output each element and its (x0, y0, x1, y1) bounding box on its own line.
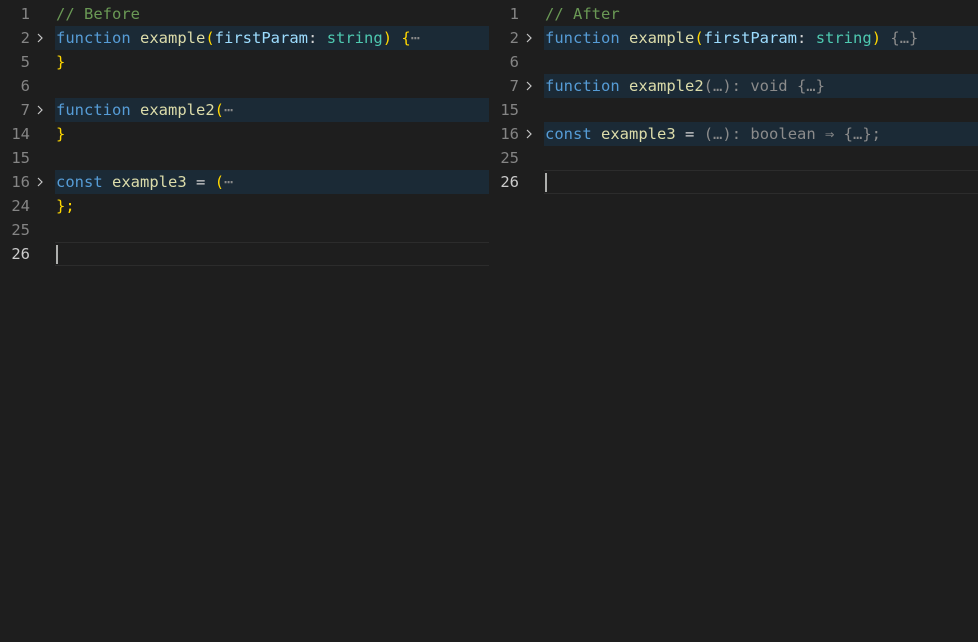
keyword-token: function (56, 29, 131, 47)
code-line-folded[interactable]: 16 const example3 = (⋯ (0, 170, 489, 194)
bracket-token: ( (214, 101, 224, 119)
folded-ellipsis[interactable]: ⋯ (224, 101, 233, 119)
code-line[interactable]: 6 (0, 74, 489, 98)
line-number: 16 (11, 173, 30, 191)
bracket-token: ) (382, 29, 393, 47)
code-line-folded[interactable]: 7 function example2(…): void {…} (489, 74, 978, 98)
line-number: 15 (500, 101, 519, 119)
bracket-token: ( (205, 29, 215, 47)
fold-chevron-right-icon[interactable] (519, 33, 544, 43)
line-number: 6 (20, 77, 30, 95)
folded-signature-placeholder[interactable]: (…): boolean ⇒ {…}; (704, 125, 881, 143)
text-cursor (545, 173, 547, 192)
code-line[interactable]: 6 (489, 50, 978, 74)
folded-ellipsis[interactable]: ⋯ (411, 29, 420, 47)
line-number: 5 (20, 53, 30, 71)
code-editor[interactable]: 1 // After 2 function example(firstParam… (489, 0, 978, 194)
line-number: 24 (11, 197, 30, 215)
comment-token: // Before (56, 5, 140, 23)
line-number: 7 (20, 101, 30, 119)
keyword-token: function (545, 29, 620, 47)
code-line[interactable]: 25 (0, 218, 489, 242)
folded-ellipsis[interactable]: ⋯ (224, 173, 233, 191)
code-line[interactable]: 5 } (0, 50, 489, 74)
type-token: string (815, 29, 872, 47)
function-name-token: example (629, 29, 695, 47)
code-line[interactable]: 15 (0, 146, 489, 170)
fold-chevron-right-icon[interactable] (30, 105, 55, 115)
code-line-folded[interactable]: 2 function example(firstParam: string) {… (0, 26, 489, 50)
code-line[interactable]: 1 // Before (0, 2, 489, 26)
line-number: 26 (500, 173, 519, 191)
bracket-token: } (56, 53, 66, 71)
code-line-folded[interactable]: 7 function example2(⋯ (0, 98, 489, 122)
fold-chevron-right-icon[interactable] (519, 129, 544, 139)
keyword-token: function (545, 77, 620, 95)
fold-chevron-right-icon[interactable] (30, 33, 55, 43)
text-cursor (56, 245, 58, 264)
line-number: 25 (500, 149, 519, 167)
folded-body-placeholder[interactable]: {…} (890, 29, 918, 47)
code-line-folded[interactable]: 2 function example(firstParam: string) {… (489, 26, 978, 50)
variable-name-token: example3 (601, 125, 676, 143)
bracket-token: ) (871, 29, 882, 47)
function-name-token: example2 (140, 101, 215, 119)
line-number: 25 (11, 221, 30, 239)
line-number: 6 (509, 53, 519, 71)
code-line[interactable]: 15 (489, 98, 978, 122)
punct-token: : (308, 29, 318, 47)
function-name-token: example2 (629, 77, 704, 95)
param-token: firstParam (703, 29, 797, 47)
code-line-current[interactable]: 26 (0, 242, 489, 266)
type-token: string (326, 29, 383, 47)
keyword-token: const (545, 125, 592, 143)
bracket-token: ( (214, 173, 225, 191)
code-line[interactable]: 25 (489, 146, 978, 170)
folded-signature-placeholder[interactable]: (…): void {…} (704, 77, 825, 95)
bracket-token: } (56, 125, 66, 143)
line-number: 7 (509, 77, 519, 95)
punct-token: : (797, 29, 807, 47)
param-token: firstParam (214, 29, 308, 47)
variable-name-token: example3 (112, 173, 187, 191)
code-line-current[interactable]: 26 (489, 170, 978, 194)
line-number: 1 (20, 5, 30, 23)
line-number: 14 (11, 125, 30, 143)
comment-token: // After (545, 5, 620, 23)
line-number: 2 (20, 29, 30, 47)
keyword-token: function (56, 101, 131, 119)
function-name-token: example (140, 29, 206, 47)
code-editor[interactable]: 1 // Before 2 function example(firstPara… (0, 0, 489, 266)
line-number: 15 (11, 149, 30, 167)
code-line[interactable]: 1 // After (489, 2, 978, 26)
fold-chevron-right-icon[interactable] (30, 177, 55, 187)
bracket-token: ( (694, 29, 704, 47)
code-line-folded[interactable]: 16 const example3 = (…): boolean ⇒ {…}; (489, 122, 978, 146)
code-line[interactable]: 14 } (0, 122, 489, 146)
code-line[interactable]: 24 }; (0, 194, 489, 218)
line-number: 1 (509, 5, 519, 23)
operator-token: = (196, 173, 206, 191)
fold-chevron-right-icon[interactable] (519, 81, 544, 91)
operator-token: = (685, 125, 695, 143)
bracket-token: }; (56, 197, 75, 215)
keyword-token: const (56, 173, 103, 191)
editor-pane-after: 1 // After 2 function example(firstParam… (489, 0, 978, 642)
line-number: 16 (500, 125, 519, 143)
editor-pane-before: 1 // Before 2 function example(firstPara… (0, 0, 489, 642)
editor-split-view: 1 // Before 2 function example(firstPara… (0, 0, 978, 642)
line-number: 26 (11, 245, 30, 263)
line-number: 2 (509, 29, 519, 47)
bracket-token: { (401, 29, 411, 47)
